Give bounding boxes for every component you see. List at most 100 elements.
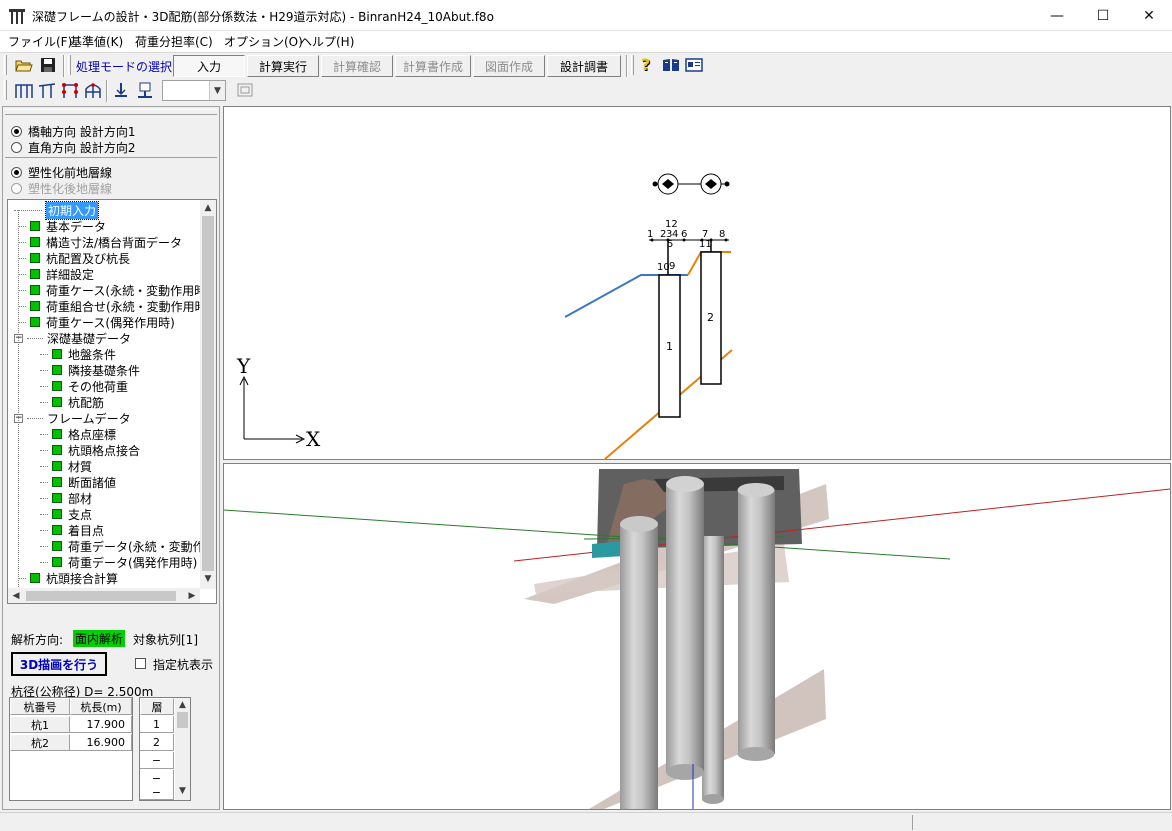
tree-vertical-scrollbar[interactable]: ▲ ▼ bbox=[200, 200, 216, 589]
tree-horizontal-scrollbar[interactable]: ◀ ▶ bbox=[8, 588, 200, 603]
arch-view-icon[interactable] bbox=[82, 79, 104, 101]
pile-length-cell[interactable]: 16.900 bbox=[70, 734, 132, 751]
tree-item[interactable]: 格点座標 bbox=[34, 426, 116, 442]
panel-splitter[interactable] bbox=[5, 109, 217, 115]
help-icon[interactable]: ?? bbox=[636, 54, 658, 76]
tree-item[interactable]: − フレームデータ bbox=[14, 410, 131, 426]
layer-cell[interactable]: 2 bbox=[140, 734, 174, 751]
pile-number-cell[interactable]: 杭1 bbox=[10, 716, 70, 733]
radio-dot[interactable] bbox=[11, 183, 22, 194]
toolbar-grip-4[interactable] bbox=[4, 80, 7, 100]
tree-item[interactable]: 荷重ケース(偶発作用時) bbox=[14, 314, 175, 330]
fit-view-icon[interactable] bbox=[234, 79, 256, 101]
status-square-icon bbox=[52, 461, 62, 471]
scroll-thumb[interactable] bbox=[202, 216, 214, 571]
drawing-button[interactable]: 図面作成 bbox=[473, 55, 545, 77]
check-calc-button[interactable]: 計算確認 bbox=[321, 55, 393, 77]
menu-file[interactable]: ファイル(F) bbox=[8, 33, 72, 50]
open-folder-icon[interactable] bbox=[13, 54, 35, 76]
scroll-thumb[interactable] bbox=[177, 712, 188, 728]
layer-scrollbar[interactable]: ▲ ▼ bbox=[175, 698, 190, 800]
book-icon[interactable] bbox=[660, 54, 682, 76]
tree-item[interactable]: 基本データ bbox=[14, 218, 106, 234]
close-button[interactable]: ✕ bbox=[1126, 0, 1172, 31]
scroll-down-icon[interactable]: ▼ bbox=[175, 784, 190, 798]
load-icon[interactable] bbox=[134, 79, 156, 101]
save-icon[interactable] bbox=[37, 54, 59, 76]
tree-item[interactable]: 部材 bbox=[34, 490, 92, 506]
pile-view-icon[interactable] bbox=[36, 79, 58, 101]
tree-item[interactable]: 隣接基礎条件 bbox=[34, 362, 140, 378]
tree-item[interactable]: 杭頭格点接合 bbox=[34, 442, 140, 458]
tree-item[interactable]: 構造寸法/橋台背面データ bbox=[14, 234, 182, 250]
radio-bridge-axis[interactable]: 橋軸方向 設計方向1 bbox=[11, 123, 135, 140]
layer-cell[interactable]: − bbox=[140, 786, 174, 800]
tree-item[interactable]: その他荷重 bbox=[34, 378, 128, 394]
radio-dot[interactable] bbox=[11, 167, 22, 178]
tree-item[interactable]: 詳細設定 bbox=[14, 266, 94, 282]
view-dropdown[interactable]: ▼ bbox=[162, 80, 226, 101]
scroll-left-icon[interactable]: ◀ bbox=[8, 588, 24, 603]
tree-item-label: 杭頭接合計算 bbox=[46, 571, 119, 586]
tree-item-label: 詳細設定 bbox=[46, 267, 95, 282]
support-icon[interactable] bbox=[110, 79, 132, 101]
menu-help[interactable]: ヘルプ(H) bbox=[300, 33, 354, 50]
scroll-right-icon[interactable]: ▶ bbox=[184, 588, 200, 603]
pile-number-cell[interactable]: 杭2 bbox=[10, 734, 70, 751]
radio-layer-after[interactable]: 塑性化後地層線 bbox=[11, 180, 112, 197]
toolbar-grip-2[interactable] bbox=[68, 55, 71, 75]
tree-item[interactable]: 荷重データ(永続・変動作用時) bbox=[34, 538, 216, 554]
tree-item[interactable]: 支点 bbox=[34, 506, 92, 522]
status-square-icon bbox=[52, 397, 62, 407]
report-button[interactable]: 計算書作成 bbox=[395, 55, 471, 77]
tree-connector bbox=[40, 369, 48, 371]
radio-layer-before[interactable]: 塑性化前地層線 bbox=[11, 164, 112, 181]
scroll-up-icon[interactable]: ▲ bbox=[175, 698, 190, 712]
pile-label: 1 bbox=[666, 340, 673, 353]
tree-item[interactable]: 着目点 bbox=[34, 522, 104, 538]
frame-view-icon[interactable] bbox=[13, 79, 35, 101]
hscroll-thumb[interactable] bbox=[26, 591, 176, 601]
tree-item[interactable]: 材質 bbox=[34, 458, 92, 474]
chevron-down-icon[interactable]: ▼ bbox=[209, 81, 225, 100]
tree-item[interactable]: − 深礎基礎データ bbox=[14, 330, 131, 346]
tree-item[interactable]: 荷重組合せ(永続・変動作用時) bbox=[14, 298, 211, 314]
layer-cell[interactable]: − bbox=[140, 770, 174, 787]
minimize-button[interactable]: — bbox=[1034, 0, 1080, 31]
draw-3d-button[interactable]: 3D描画を行う bbox=[11, 652, 107, 676]
tree-item[interactable]: 荷重ケース(永続・変動作用時) bbox=[14, 282, 211, 298]
tree-item[interactable]: 地盤条件 bbox=[34, 346, 116, 362]
maximize-button[interactable]: ☐ bbox=[1080, 0, 1126, 31]
scroll-up-icon[interactable]: ▲ bbox=[200, 200, 216, 216]
menu-load-share[interactable]: 荷重分担率(C) bbox=[135, 33, 213, 50]
show-pile-checkbox[interactable] bbox=[135, 658, 146, 669]
radio-perpendicular[interactable]: 直角方向 設計方向2 bbox=[11, 139, 135, 156]
run-calc-button[interactable]: 計算実行 bbox=[247, 55, 319, 77]
layer-cell[interactable]: − bbox=[140, 752, 174, 769]
radio-dot[interactable] bbox=[11, 142, 22, 153]
input-mode-button[interactable]: 入力 bbox=[173, 55, 245, 77]
tree-item-label: フレームデータ bbox=[47, 411, 131, 426]
tree-item[interactable]: 荷重データ(偶発作用時) bbox=[34, 554, 197, 570]
section-view[interactable]: Y X 1 2 3 4 5 6 7 8 9 10 11 12 1 2 bbox=[223, 106, 1171, 460]
menu-options[interactable]: オプション(O) bbox=[224, 33, 303, 50]
tree-connector bbox=[40, 433, 48, 435]
tree-connector bbox=[40, 353, 48, 355]
radio-dot[interactable] bbox=[11, 126, 22, 137]
tree-item[interactable]: 初期入力 bbox=[14, 200, 100, 220]
design-record-button[interactable]: 設計調書 bbox=[547, 55, 621, 77]
tree-item[interactable]: 断面諸値 bbox=[34, 474, 116, 490]
radio-label: 塑性化前地層線 bbox=[28, 166, 113, 180]
tree-item[interactable]: 杭配筋 bbox=[34, 394, 104, 410]
toolbar-grip[interactable] bbox=[4, 55, 7, 75]
toolbar-grip-3[interactable] bbox=[631, 55, 634, 75]
tree-item[interactable]: 杭配置及び杭長 bbox=[14, 250, 130, 266]
scroll-down-icon[interactable]: ▼ bbox=[200, 571, 216, 587]
layer-cell[interactable]: 1 bbox=[140, 716, 174, 733]
grid-view-icon[interactable] bbox=[59, 79, 81, 101]
tree-item[interactable]: 杭頭接合計算 bbox=[14, 570, 118, 586]
menu-standard[interactable]: 基準値(K) bbox=[70, 33, 123, 50]
pile-length-cell[interactable]: 17.900 bbox=[70, 716, 132, 733]
3d-view[interactable] bbox=[223, 463, 1171, 810]
id-card-icon[interactable] bbox=[683, 54, 705, 76]
